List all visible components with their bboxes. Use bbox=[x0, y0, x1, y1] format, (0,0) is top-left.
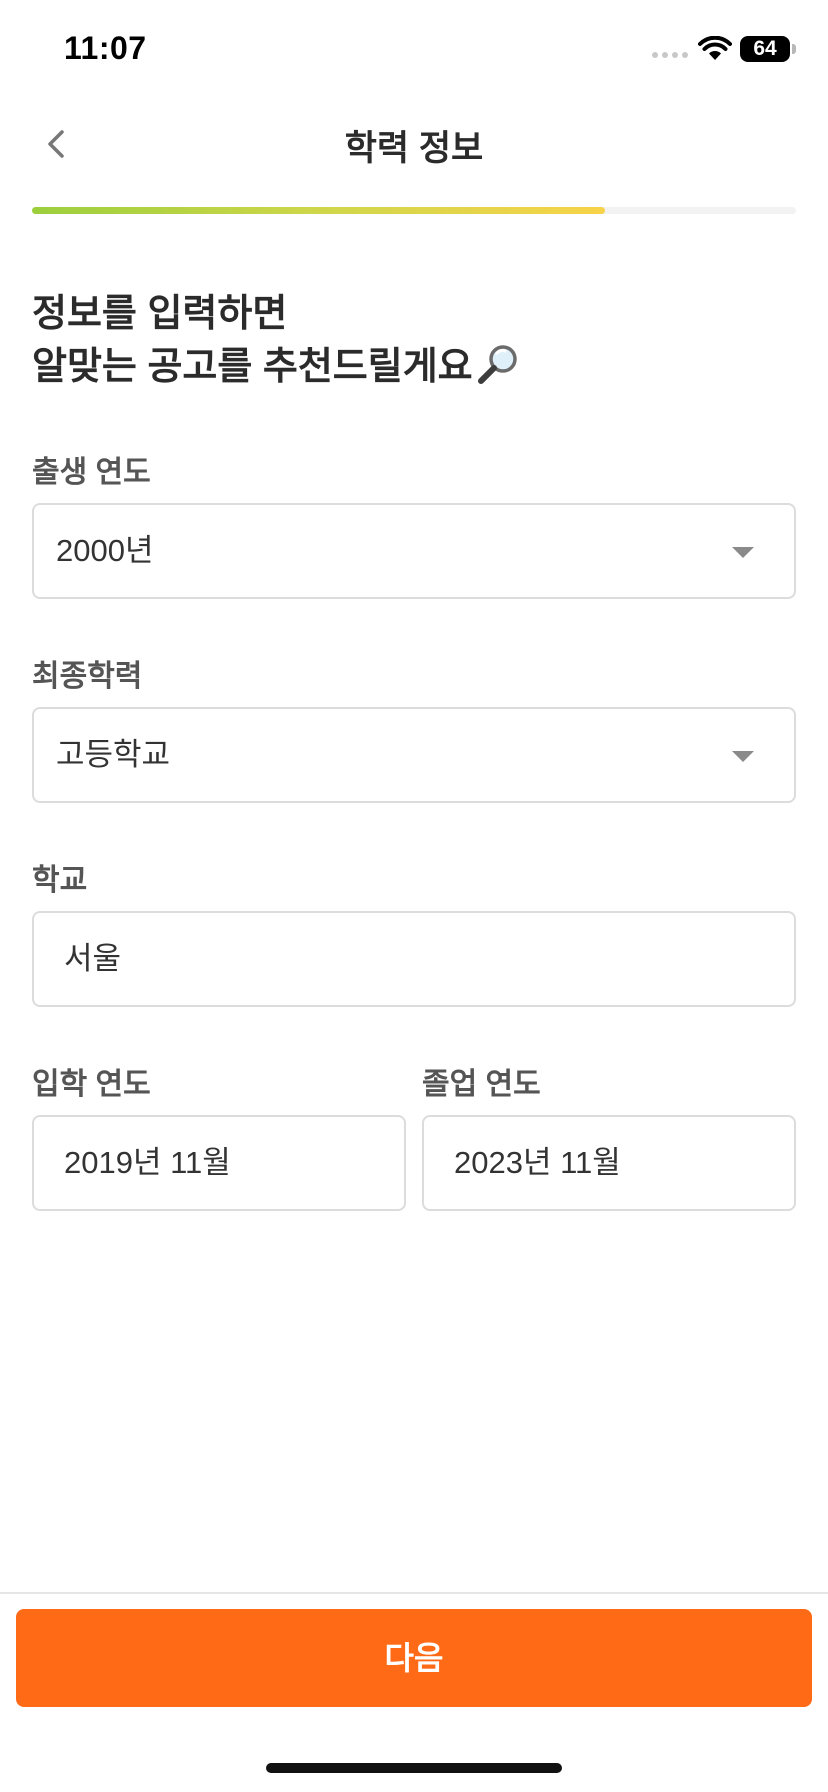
progress-bar bbox=[32, 207, 796, 214]
progress-fill bbox=[32, 207, 605, 214]
dropdown-caret-icon bbox=[732, 751, 754, 762]
battery-icon: 64 bbox=[740, 36, 790, 62]
battery-tip bbox=[792, 44, 796, 54]
graduation-value: 2023년 11월 bbox=[454, 1145, 621, 1180]
next-button[interactable]: 다음 bbox=[16, 1609, 812, 1707]
status-time: 11:07 bbox=[64, 30, 147, 66]
signal-dots-icon bbox=[652, 52, 688, 58]
education-value: 고등학교 bbox=[56, 737, 171, 772]
home-indicator bbox=[266, 1763, 562, 1773]
school-input[interactable]: 서울 bbox=[32, 911, 796, 1007]
admission-label: 입학 연도 bbox=[32, 1068, 151, 1101]
heading: 정보를 입력하면 알맞는 공고를 추천드릴게요 bbox=[32, 288, 792, 394]
admission-date-field[interactable]: 2019년 11월 bbox=[32, 1115, 406, 1211]
school-value: 서울 bbox=[64, 941, 122, 976]
birth-year-label: 출생 연도 bbox=[32, 456, 151, 489]
magnifying-glass-icon bbox=[477, 345, 517, 384]
birth-year-select[interactable]: 2000년 bbox=[32, 503, 796, 599]
screen: 11:07 64 학력 정보 정보를 입력하면 알맞는 공고를 추천드릴게요 출… bbox=[0, 0, 828, 1792]
bottom-divider bbox=[0, 1592, 828, 1594]
status-bar: 11:07 64 bbox=[0, 0, 828, 100]
school-label: 학교 bbox=[32, 864, 88, 897]
education-select[interactable]: 고등학교 bbox=[32, 707, 796, 803]
dropdown-caret-icon bbox=[732, 547, 754, 558]
heading-line-2-wrap: 알맞는 공고를 추천드릴게요 bbox=[32, 341, 792, 394]
graduation-date-field[interactable]: 2023년 11월 bbox=[422, 1115, 796, 1211]
birth-year-value: 2000년 bbox=[56, 533, 154, 568]
admission-value: 2019년 11월 bbox=[64, 1145, 231, 1180]
heading-line-2: 알맞는 공고를 추천드릴게요 bbox=[32, 346, 473, 388]
education-label: 최종학력 bbox=[32, 660, 143, 693]
graduation-label: 졸업 연도 bbox=[422, 1068, 541, 1101]
page-title: 학력 정보 bbox=[344, 129, 484, 168]
wifi-icon bbox=[698, 36, 732, 60]
heading-line-1: 정보를 입력하면 bbox=[32, 293, 288, 335]
